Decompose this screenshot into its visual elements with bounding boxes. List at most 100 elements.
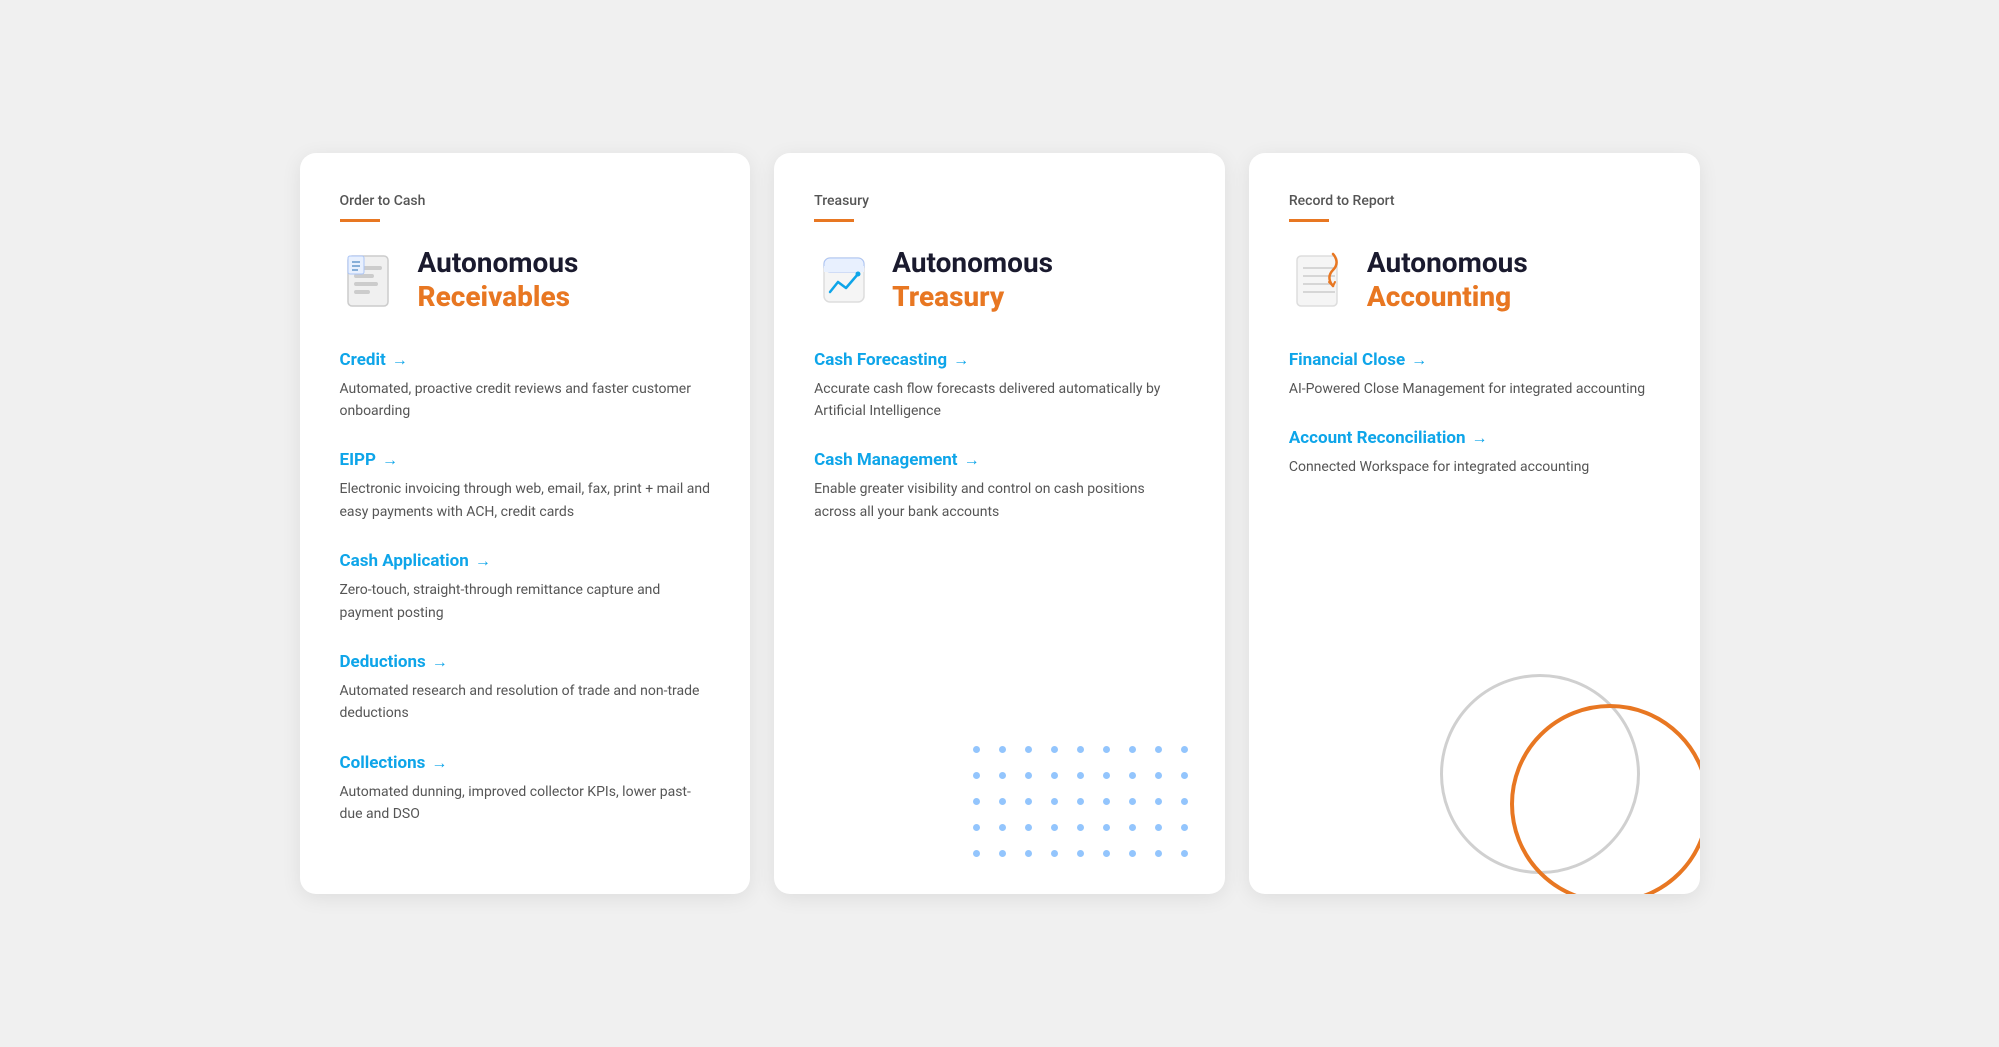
card-header-receivables: Autonomous Receivables	[340, 246, 711, 313]
feature-desc-collections: Automated dunning, improved collector KP…	[340, 781, 711, 826]
arrow-icon: →	[382, 450, 398, 470]
dot-decoration	[1025, 850, 1032, 857]
card-category-treasury: Treasury	[814, 193, 1185, 209]
feature-label-cash-application: Cash Application	[340, 551, 469, 571]
card-title-top: Autonomous	[418, 246, 579, 280]
dot-decoration	[1103, 850, 1110, 857]
card-title-receivables: Autonomous Receivables	[418, 246, 579, 313]
dot-decoration	[1051, 850, 1058, 857]
arrow-icon: →	[475, 551, 491, 571]
feature-link-eipp[interactable]: EIPP →	[340, 450, 711, 470]
dot-decoration	[999, 746, 1006, 753]
dot-decoration	[1051, 772, 1058, 779]
card-receivables: Order to Cash Autonomous Receivables Cre…	[300, 153, 751, 893]
dot-decoration	[1025, 824, 1032, 831]
cards-container: Order to Cash Autonomous Receivables Cre…	[300, 153, 1700, 893]
feature-desc-financial-close: AI-Powered Close Management for integrat…	[1289, 378, 1660, 400]
dot-decoration	[1129, 798, 1136, 805]
feature-label-cash-forecasting: Cash Forecasting	[814, 350, 947, 370]
arrow-icon: →	[964, 450, 980, 470]
dot-decoration	[1025, 798, 1032, 805]
arrow-icon: →	[392, 350, 408, 370]
feature-desc-deductions: Automated research and resolution of tra…	[340, 680, 711, 725]
dot-decoration	[1155, 746, 1162, 753]
dot-decoration	[1077, 850, 1084, 857]
dot-decoration	[999, 824, 1006, 831]
card-title-accounting: Autonomous Accounting	[1367, 246, 1528, 313]
feature-label-financial-close: Financial Close	[1289, 350, 1405, 370]
card-title-treasury: Autonomous Treasury	[892, 246, 1053, 313]
dot-decoration	[1103, 798, 1110, 805]
feature-link-cash-management[interactable]: Cash Management →	[814, 450, 1185, 470]
arrow-icon: →	[431, 753, 447, 773]
dot-decoration	[1155, 824, 1162, 831]
card-title-top: Autonomous	[892, 246, 1053, 280]
card-header-accounting: Autonomous Accounting	[1289, 246, 1660, 313]
dot-decoration	[1181, 746, 1188, 753]
feature-link-account-reconciliation[interactable]: Account Reconciliation →	[1289, 428, 1660, 448]
card-treasury: Treasury Autonomous Treasury Cash Foreca…	[774, 153, 1225, 893]
dot-decoration	[1129, 746, 1136, 753]
feature-link-deductions[interactable]: Deductions →	[340, 652, 711, 672]
category-divider	[1289, 219, 1329, 222]
dot-decoration	[1129, 824, 1136, 831]
card-title-bottom: Treasury	[892, 280, 1053, 314]
arrow-icon: →	[1411, 350, 1427, 370]
feature-desc-credit: Automated, proactive credit reviews and …	[340, 378, 711, 423]
dot-decoration	[999, 798, 1006, 805]
dot-decoration	[1181, 850, 1188, 857]
card-icon-receivables	[340, 250, 400, 310]
dot-decoration	[1025, 772, 1032, 779]
dot-decoration	[1077, 824, 1084, 831]
feature-cash-application: Cash Application → Zero-touch, straight-…	[340, 551, 711, 624]
dot-decoration	[973, 850, 980, 857]
card-header-treasury: Autonomous Treasury	[814, 246, 1185, 313]
feature-desc-eipp: Electronic invoicing through web, email,…	[340, 478, 711, 523]
feature-link-cash-forecasting[interactable]: Cash Forecasting →	[814, 350, 1185, 370]
arrow-icon: →	[1471, 428, 1487, 448]
dot-decoration	[1103, 746, 1110, 753]
card-icon-treasury	[814, 250, 874, 310]
dot-decoration	[1103, 772, 1110, 779]
feature-deductions: Deductions → Automated research and reso…	[340, 652, 711, 725]
dot-decoration	[1051, 798, 1058, 805]
feature-label-deductions: Deductions	[340, 652, 426, 672]
feature-credit: Credit → Automated, proactive credit rev…	[340, 350, 711, 423]
card-category-receivables: Order to Cash	[340, 193, 711, 209]
dot-decoration	[1077, 798, 1084, 805]
dot-decoration	[1155, 798, 1162, 805]
feature-collections: Collections → Automated dunning, improve…	[340, 753, 711, 826]
dot-decoration	[999, 772, 1006, 779]
card-accounting: Record to Report Autonomous Accounting F…	[1249, 153, 1700, 893]
card-icon-accounting	[1289, 250, 1349, 310]
feature-link-collections[interactable]: Collections →	[340, 753, 711, 773]
feature-desc-cash-forecasting: Accurate cash flow forecasts delivered a…	[814, 378, 1185, 423]
dot-decoration	[973, 824, 980, 831]
feature-desc-cash-management: Enable greater visibility and control on…	[814, 478, 1185, 523]
feature-link-financial-close[interactable]: Financial Close →	[1289, 350, 1660, 370]
dot-decoration	[1129, 850, 1136, 857]
feature-label-eipp: EIPP	[340, 450, 376, 470]
dot-decoration	[973, 798, 980, 805]
dot-decoration	[999, 850, 1006, 857]
dot-decoration	[1129, 772, 1136, 779]
dot-decoration	[1181, 824, 1188, 831]
dot-decoration	[1025, 746, 1032, 753]
feature-cash-management: Cash Management → Enable greater visibil…	[814, 450, 1185, 523]
feature-label-account-reconciliation: Account Reconciliation	[1289, 428, 1466, 448]
feature-link-credit[interactable]: Credit →	[340, 350, 711, 370]
dot-decoration	[1155, 850, 1162, 857]
dot-decoration	[973, 746, 980, 753]
feature-cash-forecasting: Cash Forecasting → Accurate cash flow fo…	[814, 350, 1185, 423]
dot-decoration	[1077, 746, 1084, 753]
card-title-top: Autonomous	[1367, 246, 1528, 280]
category-divider	[340, 219, 380, 222]
arrow-icon: →	[953, 350, 969, 370]
dot-grid-decoration	[973, 746, 1195, 864]
dot-decoration	[973, 772, 980, 779]
arrow-icon: →	[432, 652, 448, 672]
category-divider	[814, 219, 854, 222]
feature-label-credit: Credit	[340, 350, 386, 370]
feature-link-cash-application[interactable]: Cash Application →	[340, 551, 711, 571]
feature-financial-close: Financial Close → AI-Powered Close Manag…	[1289, 350, 1660, 400]
